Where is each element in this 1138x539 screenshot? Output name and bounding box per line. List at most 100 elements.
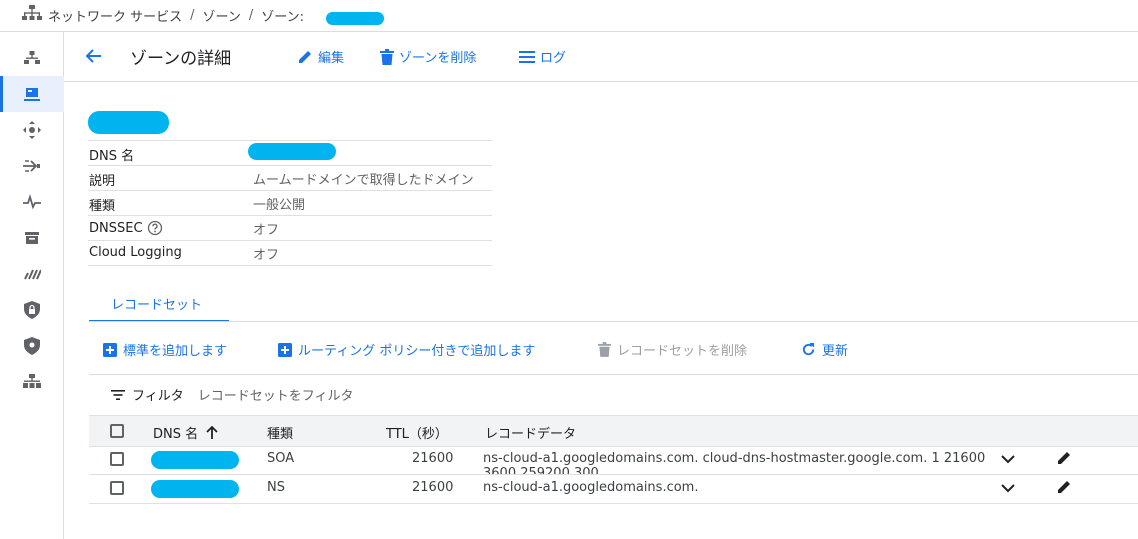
help-icon[interactable] [147, 220, 163, 236]
log-button[interactable]: ログ [519, 47, 566, 66]
add-standard-label: 標準を追加します [123, 344, 228, 359]
row-checkbox[interactable] [110, 452, 124, 466]
edit-button[interactable]: 編集 [297, 47, 344, 66]
detail-row-cloud-logging: Cloud Logging オフ [88, 240, 492, 266]
detail-key: Cloud Logging [89, 245, 182, 260]
delete-zone-label: ゾーンを削除 [399, 51, 477, 66]
filter-label: フィルタ [132, 389, 184, 404]
pencil-icon [1058, 481, 1070, 493]
redacted-record-name [151, 480, 239, 498]
add-routing-label: ルーティング ポリシー付きで追加します [298, 344, 536, 359]
refresh-icon [802, 342, 815, 356]
hierarchy-icon [23, 374, 41, 388]
column-dns-name[interactable]: DNS 名 [153, 423, 218, 442]
table-row[interactable]: SOA 21600 ns-cloud-a1.googledomains.com.… [89, 445, 1138, 475]
sort-arrow-up-icon [206, 426, 218, 439]
network-topology-icon [24, 51, 40, 64]
load-balancer-icon [23, 121, 41, 139]
shield-lock-icon [24, 301, 40, 319]
delete-zone-button[interactable]: ゾーンを削除 [380, 47, 476, 66]
rail-item-traffic-director[interactable] [0, 184, 64, 220]
expand-row-button[interactable] [999, 479, 1017, 501]
detail-value: ムームードメインで取得したドメイン [253, 173, 474, 188]
slashes-icon [24, 269, 41, 280]
route-arrow-icon [23, 160, 40, 172]
shield-icon [24, 337, 40, 355]
edit-row-button[interactable] [1056, 479, 1072, 499]
refresh-label: 更新 [822, 344, 849, 359]
rail-item-cdn[interactable] [0, 220, 64, 256]
trash-icon [598, 342, 611, 357]
redacted-zone-heading [88, 111, 169, 134]
expand-row-button[interactable] [999, 450, 1017, 472]
rail-item-load-balancing[interactable] [0, 112, 64, 148]
breadcrumb-network-services[interactable]: ネットワーク サービス [48, 6, 182, 25]
column-record-data[interactable]: レコードデータ [485, 423, 576, 442]
detail-row-dnssec: DNSSEC オフ [88, 215, 492, 240]
signal-pulse-icon [23, 194, 41, 210]
cell-record-data: ns-cloud-a1.googledomains.com. [483, 480, 699, 495]
detail-key: 説明 [89, 174, 116, 189]
detail-value: オフ [253, 223, 280, 238]
trash-icon [380, 48, 394, 65]
select-all-checkbox[interactable] [110, 424, 124, 438]
left-nav-rail [0, 32, 64, 539]
rail-item-cloud-dns[interactable] [0, 76, 64, 112]
cell-ttl: 21600 [412, 480, 454, 495]
row-checkbox[interactable] [110, 481, 124, 495]
delete-record-set-label: レコードセットを削除 [617, 344, 748, 359]
cell-type: SOA [267, 451, 295, 466]
detail-key: DNS 名 [89, 149, 135, 164]
record-table-header: DNS 名 種類 TTL（秒） レコードデータ [89, 415, 1138, 447]
back-button[interactable] [84, 47, 102, 69]
refresh-button[interactable]: 更新 [801, 340, 848, 359]
tab-record-sets-label: レコードセット [111, 298, 203, 313]
rail-item-cloud-nat[interactable] [0, 148, 64, 184]
page-header: ゾーンの詳細 編集 ゾーンを削除 ログ [64, 32, 1138, 82]
redacted-record-name [151, 451, 239, 469]
list-lines-icon [519, 50, 535, 63]
pencil-icon [1058, 452, 1070, 464]
detail-value: 一般公開 [253, 198, 306, 213]
arrow-left-icon [85, 49, 101, 63]
filter-bar[interactable]: フィルタ レコードセットをフィルタ [110, 385, 354, 404]
breadcrumb-separator: / [248, 8, 254, 23]
detail-key: DNSSEC [89, 220, 143, 236]
table-row[interactable]: NS 21600 ns-cloud-a1.googledomains.com. [89, 474, 1138, 504]
detail-row-description: 説明 ムームードメインで取得したドメイン [88, 165, 492, 190]
add-routing-policy-button[interactable]: ルーティング ポリシー付きで追加します [278, 340, 535, 359]
add-box-icon [278, 342, 292, 357]
log-label: ログ [540, 51, 567, 66]
delete-record-set-button[interactable]: レコードセットを削除 [598, 340, 747, 359]
breadcrumb-zone-current: ゾーン: [261, 10, 305, 25]
filter-input[interactable]: レコードセットをフィルタ [198, 385, 354, 404]
cell-ttl: 21600 [412, 451, 454, 466]
edit-row-button[interactable] [1056, 450, 1072, 470]
rail-item-security[interactable] [0, 328, 64, 364]
detail-value: オフ [253, 248, 280, 263]
rail-item-network-hierarchy[interactable] [0, 364, 64, 400]
breadcrumb-separator: / [190, 8, 195, 23]
redacted-zone-name [326, 12, 384, 25]
cell-record-data: ns-cloud-a1.googledomains.com. cloud-dns… [483, 451, 986, 466]
pencil-icon [299, 50, 311, 63]
storage-box-icon [25, 232, 39, 244]
breadcrumb: ネットワーク サービス / ゾーン / ゾーン: [0, 0, 1138, 32]
rail-item-cloud-ids[interactable] [0, 256, 64, 292]
detail-key-dnssec: DNSSEC [89, 220, 163, 236]
chevron-down-icon [1001, 484, 1015, 493]
rail-item-network-topology[interactable] [0, 40, 64, 76]
tab-record-sets[interactable]: レコードセット [89, 285, 229, 322]
edit-button-label: 編集 [318, 51, 345, 66]
rail-item-cloud-armor[interactable] [0, 292, 64, 328]
tab-divider [89, 321, 1138, 322]
filter-icon [111, 389, 125, 400]
column-type[interactable]: 種類 [267, 423, 293, 442]
column-ttl[interactable]: TTL（秒） [386, 423, 448, 442]
actions-divider [89, 374, 1138, 375]
detail-key: 種類 [89, 199, 116, 214]
add-standard-button[interactable]: 標準を追加します [103, 340, 227, 359]
detail-row-type: 種類 一般公開 [88, 190, 492, 215]
dns-server-icon [24, 88, 40, 101]
breadcrumb-zones[interactable]: ゾーン [203, 6, 241, 25]
